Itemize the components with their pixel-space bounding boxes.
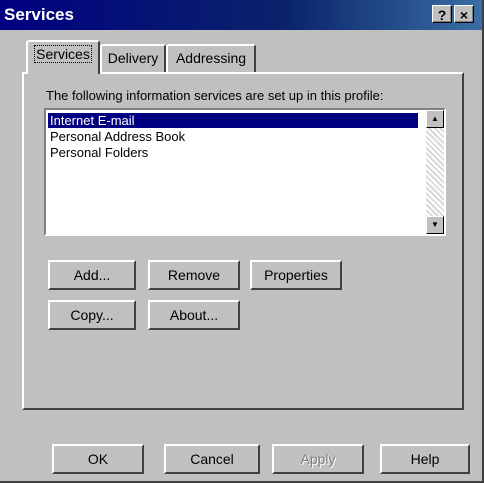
tab-delivery-label: Delivery [107, 50, 159, 66]
tab-services[interactable]: Services [26, 40, 100, 74]
listbox-scrollbar[interactable]: ▲ ▼ [426, 110, 444, 234]
tab-addressing[interactable]: Addressing [166, 44, 256, 72]
tab-delivery[interactable]: Delivery [100, 44, 166, 72]
close-icon[interactable]: × [454, 5, 474, 23]
apply-button[interactable]: Apply [272, 444, 364, 474]
about-button[interactable]: About... [148, 300, 240, 330]
help-title-button[interactable]: ? [432, 5, 452, 23]
list-item-personal-folders[interactable]: Personal Folders [48, 145, 150, 160]
add-button[interactable]: Add... [48, 260, 136, 290]
ok-button[interactable]: OK [52, 444, 144, 474]
remove-button[interactable]: Remove [148, 260, 240, 290]
services-caption: The following information services are s… [46, 88, 384, 103]
tab-services-label: Services [34, 45, 92, 63]
copy-button[interactable]: Copy... [48, 300, 136, 330]
properties-button[interactable]: Properties [250, 260, 342, 290]
services-listbox[interactable]: Internet E-mail Personal Address Book Pe… [44, 108, 446, 236]
scroll-up-icon[interactable]: ▲ [426, 110, 444, 128]
tab-addressing-label: Addressing [175, 50, 247, 66]
cancel-button[interactable]: Cancel [164, 444, 260, 474]
help-button[interactable]: Help [380, 444, 470, 474]
title-bar[interactable]: Services ? × [0, 0, 482, 30]
window-title: Services [4, 5, 74, 24]
list-item-internet-email[interactable]: Internet E-mail [48, 113, 418, 128]
services-dialog: Services ? × Services Delivery Addressin… [0, 0, 484, 483]
scroll-down-icon[interactable]: ▼ [426, 216, 444, 234]
list-item-personal-address-book[interactable]: Personal Address Book [48, 129, 187, 144]
